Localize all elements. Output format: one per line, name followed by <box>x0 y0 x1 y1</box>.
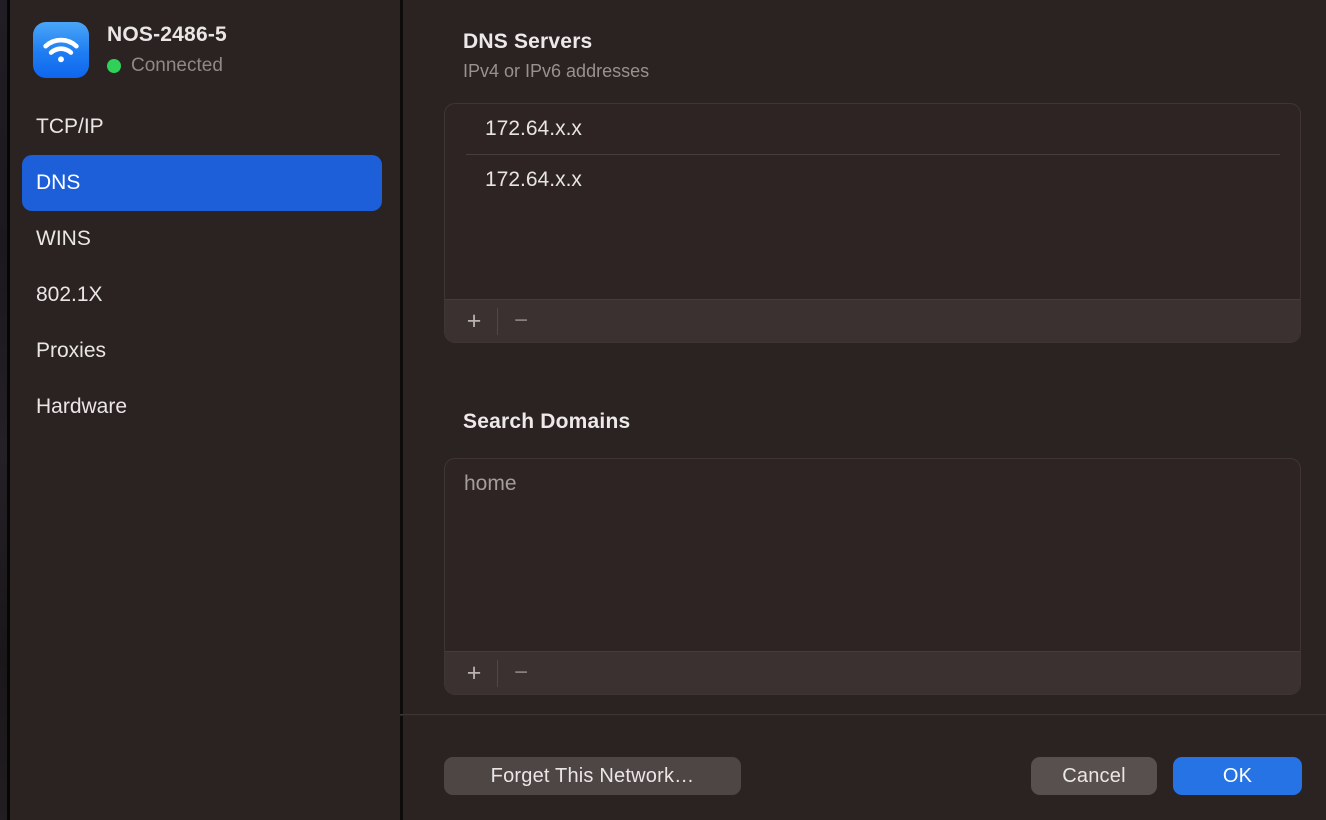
ok-button[interactable]: OK <box>1173 757 1302 795</box>
sidebar-item-proxies[interactable]: Proxies <box>22 323 382 379</box>
network-status: Connected <box>107 55 227 77</box>
search-domains-heading: Search Domains <box>463 410 630 434</box>
add-dns-server-button[interactable]: + <box>458 305 490 337</box>
dns-servers-list: 172.64.x.x 172.64.x.x + − <box>444 103 1301 343</box>
sidebar-item-hardware[interactable]: Hardware <box>22 379 382 435</box>
sidebar: NOS-2486-5 Connected TCP/IP DNS WINS 802… <box>13 0 400 820</box>
toolbar-separator <box>497 660 498 687</box>
network-status-label: Connected <box>131 55 223 77</box>
footer-divider <box>400 714 1326 716</box>
network-header: NOS-2486-5 Connected <box>33 22 227 78</box>
dns-servers-heading: DNS Servers <box>463 30 592 54</box>
cancel-button[interactable]: Cancel <box>1031 757 1157 795</box>
footer-bar: Forget This Network… Cancel OK <box>444 757 1302 795</box>
sidebar-item-8021x[interactable]: 802.1X <box>22 267 382 323</box>
search-domains-list-toolbar: + − <box>445 651 1300 694</box>
search-domain-row[interactable]: home <box>445 459 1300 509</box>
connected-dot-icon <box>107 59 121 73</box>
remove-search-domain-button[interactable]: − <box>505 657 537 689</box>
dns-server-row[interactable]: 172.64.x.x <box>445 104 1300 154</box>
sidebar-item-dns[interactable]: DNS <box>22 155 382 211</box>
dns-pane: DNS Servers IPv4 or IPv6 addresses 172.6… <box>403 0 1326 820</box>
sidebar-item-wins[interactable]: WINS <box>22 211 382 267</box>
forget-network-button[interactable]: Forget This Network… <box>444 757 741 795</box>
remove-dns-server-button[interactable]: − <box>505 305 537 337</box>
sidebar-list: TCP/IP DNS WINS 802.1X Proxies Hardware <box>22 99 382 435</box>
network-name: NOS-2486-5 <box>107 23 227 47</box>
background-window-edge <box>0 0 10 820</box>
toolbar-separator <box>497 308 498 335</box>
dns-servers-subtitle: IPv4 or IPv6 addresses <box>463 61 649 82</box>
search-domains-list: home + − <box>444 458 1301 695</box>
wifi-icon <box>33 22 89 78</box>
add-search-domain-button[interactable]: + <box>458 657 490 689</box>
sidebar-item-tcpip[interactable]: TCP/IP <box>22 99 382 155</box>
dns-servers-list-toolbar: + − <box>445 299 1300 342</box>
dns-server-row[interactable]: 172.64.x.x <box>445 155 1300 205</box>
